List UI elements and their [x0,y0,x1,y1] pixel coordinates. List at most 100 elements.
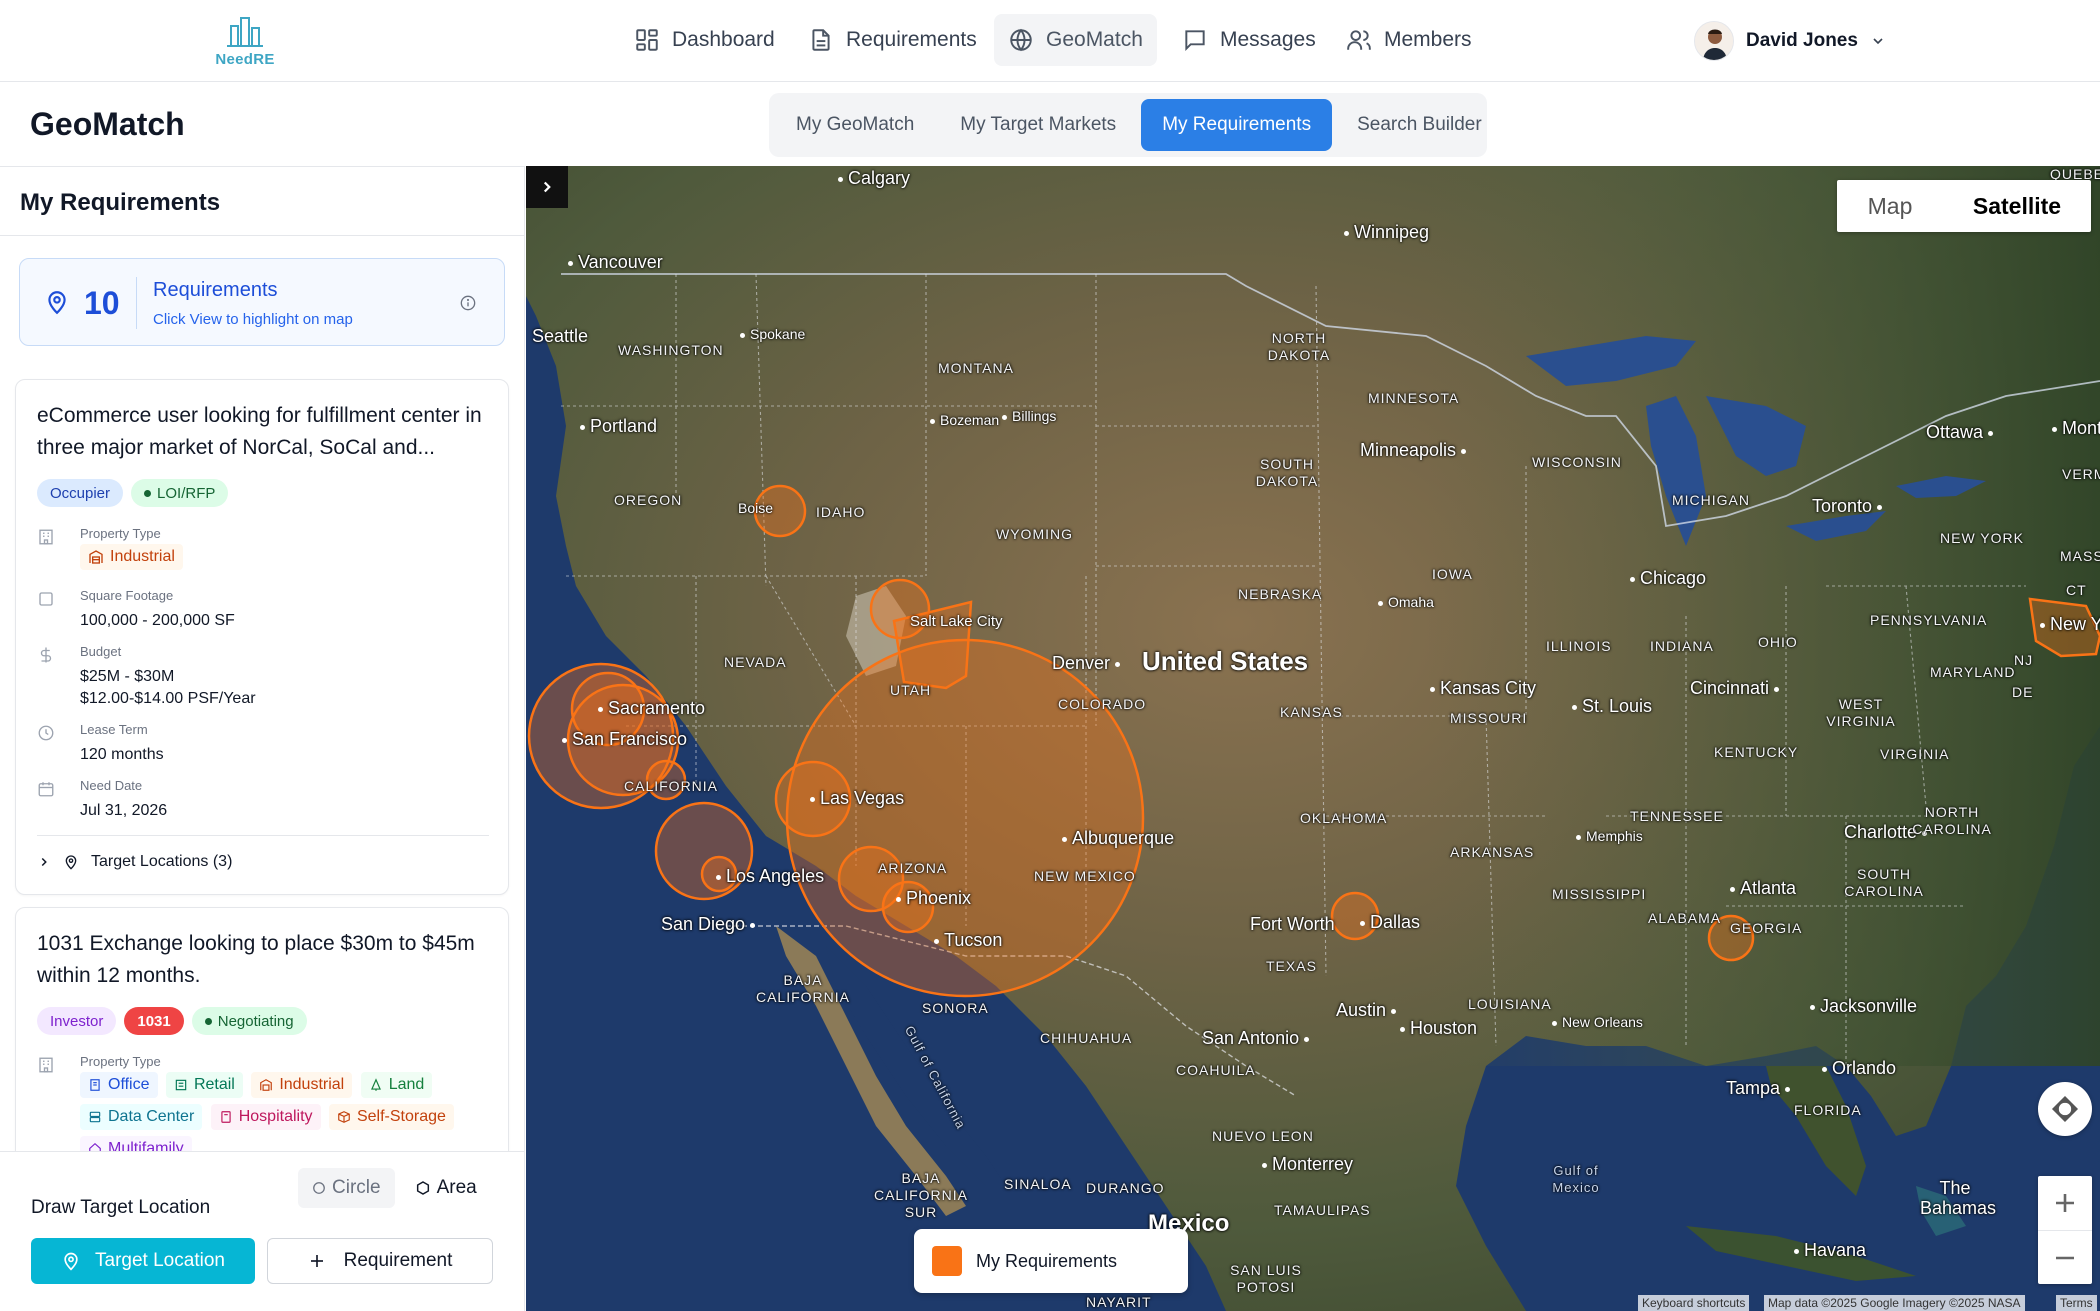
city-dot [1115,661,1121,667]
state-label: COLORADO [1058,696,1147,712]
legend-swatch [932,1246,962,1276]
top-navigation: NeedRE Dashboard Requirements GeoMatch M… [0,0,2100,82]
city-dot [930,418,935,424]
tab-my-target-markets[interactable]: My Target Markets [939,99,1137,151]
map-label-los-angeles: Los Angeles [716,866,824,887]
state-label: CHIHUAHUA [1040,1030,1133,1046]
map-label-minneapolis: Minneapolis [1360,440,1471,461]
state-label: WEST VIRGINIA [1826,696,1896,729]
zoom-out-button[interactable] [2038,1230,2092,1284]
map-label-new-orleans-text: New Orleans [1562,1014,1643,1030]
nav-requirements[interactable]: Requirements [794,14,991,66]
need-date-field: Need Date Jul 31, 2026 [37,778,497,822]
state-label: IOWA [1432,566,1473,582]
state-label: ARIZONA [878,860,948,876]
state-label: IDAHO [816,504,866,520]
state-label: INDIANA [1650,638,1714,654]
clock-icon [38,725,54,741]
map-label-tucson-text: Tucson [944,930,1003,950]
city-dot [1785,1086,1791,1092]
tag-self-storage: Self-Storage [328,1104,454,1130]
map-label-atlanta: Atlanta [1730,878,1796,899]
geomatch-map[interactable]: Calgary Winnipeg Vancouver Seattle Spoka… [526,166,2100,1311]
city-dot [934,938,939,944]
state-label: SAN LUIS POTOSI [1230,1262,1302,1295]
circle-mode-button[interactable]: Circle [298,1168,395,1208]
city-dot [1391,1008,1397,1014]
expand-sidebar-button[interactable] [526,166,568,208]
map-label-atlanta-text: Atlanta [1740,878,1797,898]
map-label-charlotte-text: Charlotte [1844,822,1918,842]
map-label-kansas-city-text: Kansas City [1440,678,1537,698]
city-dot [1378,600,1383,606]
state-label: CALIFORNIA [624,778,719,794]
message-icon [1185,30,1205,52]
map-label-bahamas-text: The Bahamas [1920,1178,1997,1218]
nav-dashboard-label: Dashboard [672,28,775,51]
tab-search-builder[interactable]: Search Builder [1336,99,1503,151]
map-label-albuquerque-text: Albuquerque [1072,828,1175,848]
tag-industrial: Industrial [251,1072,353,1098]
need-date-label: Need Date [80,778,143,793]
need-date-value: Jul 31, 2026 [80,802,168,819]
state-label: DURANGO [1086,1180,1165,1196]
tag-data-center-label: Data Center [108,1108,195,1125]
exchange-badge: 1031 [124,1007,184,1035]
city-dot [1810,1004,1815,1010]
city-dot [1461,448,1467,454]
map-label-calgary-text: Calgary [848,168,911,188]
terms-link[interactable]: Terms [2056,1295,2097,1311]
budget-label: Budget [80,644,122,659]
state-label: SOUTH CAROLINA [1844,866,1924,899]
target-locations-toggle[interactable]: Target Locations (3) [37,853,232,871]
nav-dashboard[interactable]: Dashboard [620,14,789,66]
map-label-tampa: Tampa [1726,1078,1795,1099]
tag-hospitality: Hospitality [210,1104,321,1130]
add-requirement-button[interactable]: Requirement [267,1238,493,1284]
dollar-icon [40,647,52,663]
globe-icon [1010,28,1032,52]
card-divider [37,835,489,836]
chevron-right-icon [543,181,551,193]
info-icon[interactable] [460,295,476,311]
state-label: MINNESOTA [1368,390,1460,406]
state-label: VIRGINIA [1880,746,1950,762]
requirement-card[interactable]: eCommerce user looking for fulfillment c… [15,379,509,895]
square-footage-value: 100,000 - 200,000 SF [80,612,235,629]
user-menu[interactable]: David Jones [1694,18,1886,64]
keyboard-shortcuts-link[interactable]: Keyboard shortcuts [1638,1295,1750,1311]
map-type-satellite-button[interactable]: Satellite [1943,180,2091,232]
map-label-spokane-text: Spokane [750,326,806,342]
users-icon [1347,30,1371,50]
map-label-st-louis-text: St. Louis [1582,696,1653,716]
tab-my-requirements[interactable]: My Requirements [1141,99,1333,151]
tag-industrial-label: Industrial [110,548,175,565]
building-icon [39,529,53,545]
map-label-ottawa: Ottawa [1926,422,1998,443]
nav-geomatch-label: GeoMatch [1046,28,1143,51]
status-dot [144,489,152,497]
nav-geomatch[interactable]: GeoMatch [994,14,1157,66]
map-label-austin: Austin [1336,1000,1401,1021]
map-label-houston-text: Houston [1410,1018,1478,1038]
avatar [1694,21,1734,61]
city-dot [750,922,756,928]
nav-messages[interactable]: Messages [1168,14,1330,66]
tab-my-geomatch[interactable]: My GeoMatch [775,99,935,151]
map-label-tucson: Tucson [934,930,1002,951]
area-mode-button[interactable]: Area [401,1168,491,1208]
state-label: NEBRASKA [1238,586,1323,602]
state-label: TENNESSEE [1630,808,1724,824]
state-label: OHIO [1758,634,1798,650]
app-logo[interactable]: NeedRE [212,14,278,68]
target-location-button[interactable]: Target Location [31,1238,255,1284]
map-type-map-button[interactable]: Map [1837,180,1943,232]
map-camera-control-button[interactable] [2038,1082,2092,1136]
square-footage-label: Square Footage [80,588,174,603]
zoom-in-button[interactable] [2038,1176,2092,1230]
tag-land-label: Land [388,1076,425,1093]
budget-field: Budget $25M - $30M $12.00-$14.00 PSF/Yea… [37,644,497,707]
sidebar-title: My Requirements [20,189,221,216]
state-label: TAMAULIPAS [1274,1202,1371,1218]
nav-members[interactable]: Members [1332,14,1486,66]
